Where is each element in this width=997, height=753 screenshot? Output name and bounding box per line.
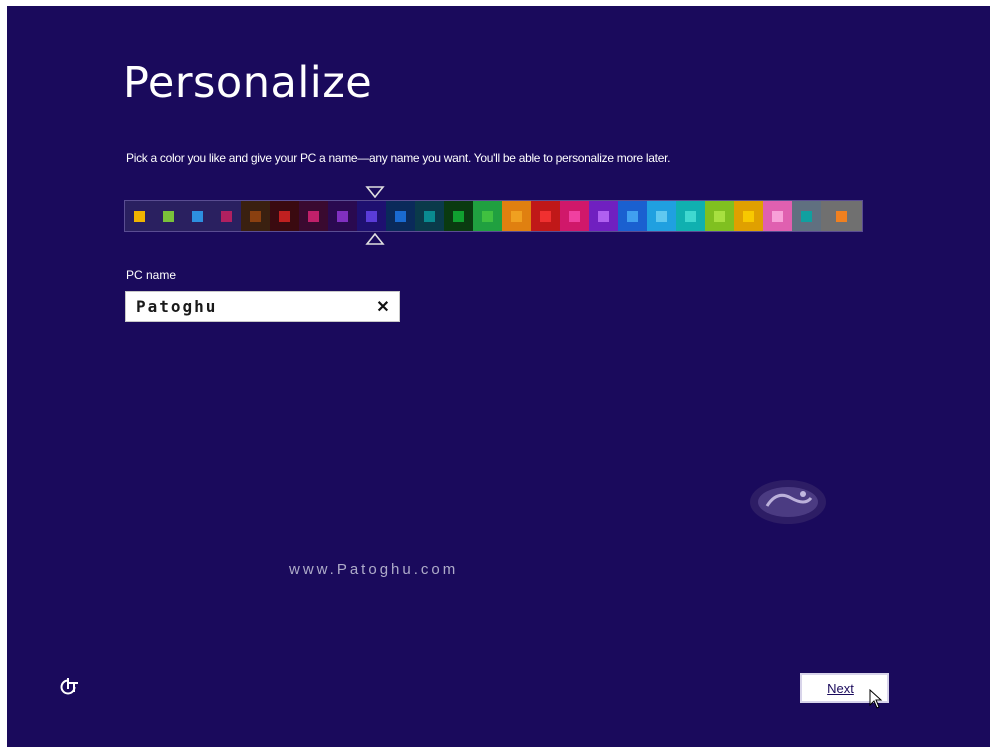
pc-name-label: PC name — [126, 268, 177, 282]
color-swatch[interactable] — [792, 201, 821, 231]
color-swatch-square — [772, 210, 783, 222]
color-swatch[interactable] — [676, 201, 705, 231]
color-swatch-square — [627, 210, 638, 222]
color-swatch-square — [569, 210, 580, 222]
color-swatch-square — [656, 210, 667, 222]
color-swatch-square — [540, 210, 551, 222]
color-swatch[interactable] — [647, 201, 676, 231]
color-swatch-square — [250, 210, 261, 222]
color-swatch-square — [279, 210, 290, 222]
color-swatch[interactable] — [299, 201, 328, 231]
color-swatch[interactable] — [357, 201, 386, 231]
selected-color-marker-bottom-icon — [365, 233, 385, 245]
clear-text-button[interactable]: ✕ — [373, 297, 393, 317]
page-subtitle: Pick a color you like and give your PC a… — [126, 151, 671, 165]
color-swatch-square — [482, 210, 493, 222]
color-swatch[interactable] — [589, 201, 618, 231]
color-swatch[interactable] — [415, 201, 444, 231]
color-swatch[interactable] — [444, 201, 473, 231]
color-swatch[interactable] — [241, 201, 270, 231]
pc-name-input[interactable] — [126, 291, 368, 322]
color-swatch-square — [163, 210, 174, 222]
watermark-logo-icon — [750, 480, 826, 524]
color-swatch-square — [743, 210, 754, 222]
mouse-cursor-icon — [869, 689, 883, 709]
setup-screen: Personalize Pick a color you like and gi… — [7, 6, 990, 747]
color-swatch-square — [836, 210, 847, 222]
close-icon: ✕ — [376, 299, 390, 316]
color-swatch-square — [801, 210, 812, 222]
next-button-label: Next — [827, 680, 854, 696]
color-swatch[interactable] — [618, 201, 647, 231]
color-swatch-square — [685, 210, 696, 222]
color-swatch[interactable] — [763, 201, 792, 231]
watermark-url: www.Patoghu.com — [289, 561, 459, 578]
color-picker[interactable] — [124, 200, 863, 232]
color-swatch[interactable] — [705, 201, 734, 231]
page-title: Personalize — [123, 58, 373, 108]
color-swatch[interactable] — [125, 201, 154, 231]
color-swatch[interactable] — [154, 201, 183, 231]
color-swatch[interactable] — [270, 201, 299, 231]
color-swatch-square — [308, 210, 319, 222]
color-swatch[interactable] — [560, 201, 589, 231]
color-swatch[interactable] — [386, 201, 415, 231]
color-swatch[interactable] — [212, 201, 241, 231]
color-swatch-square — [511, 210, 522, 222]
color-swatch-square — [598, 210, 609, 222]
color-swatch[interactable] — [734, 201, 763, 231]
pc-name-field[interactable]: ✕ — [125, 291, 400, 322]
color-swatch-square — [337, 210, 348, 222]
color-swatch[interactable] — [183, 201, 212, 231]
color-swatch[interactable] — [531, 201, 560, 231]
color-swatch-square — [221, 210, 232, 222]
color-swatch-square — [453, 210, 464, 222]
color-swatch[interactable] — [328, 201, 357, 231]
color-swatch-square — [366, 210, 377, 222]
color-swatch[interactable] — [473, 201, 502, 231]
color-swatch-square — [714, 210, 725, 222]
color-swatch[interactable] — [502, 201, 531, 231]
color-swatch[interactable] — [821, 201, 862, 231]
selected-color-marker-top-icon — [365, 186, 385, 198]
ease-of-access-icon[interactable] — [59, 676, 81, 698]
color-swatch-square — [424, 210, 435, 222]
color-swatch-square — [134, 210, 145, 222]
color-swatch-square — [395, 210, 406, 222]
color-swatch-square — [192, 210, 203, 222]
